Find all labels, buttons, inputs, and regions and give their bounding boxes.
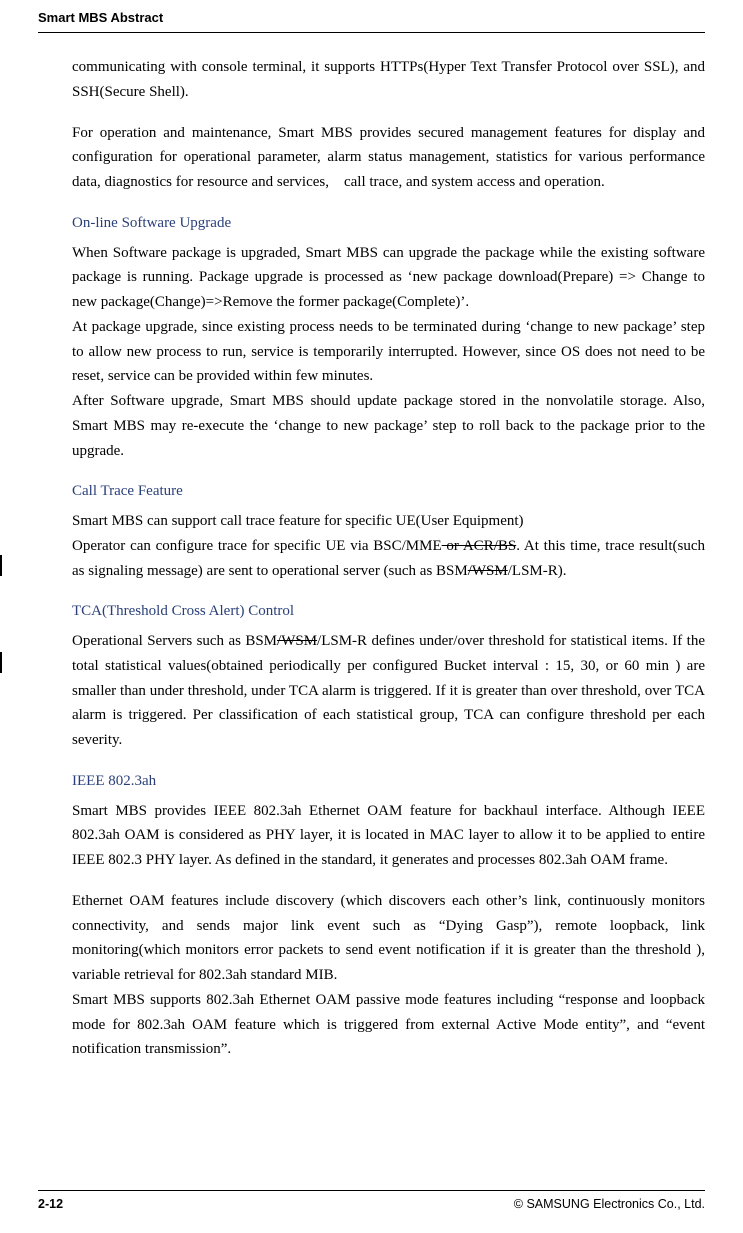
header-rule	[38, 32, 705, 33]
paragraph: Smart MBS can support call trace feature…	[72, 509, 705, 583]
body-content: communicating with console terminal, it …	[38, 55, 705, 1062]
page-number: 2-12	[38, 1197, 63, 1211]
paragraph: Ethernet OAM features include discovery …	[72, 889, 705, 988]
strikethrough-text: /WSM	[277, 633, 317, 649]
change-bar	[0, 652, 2, 673]
paragraph: communicating with console terminal, it …	[72, 55, 705, 105]
paragraph: Smart MBS provides IEEE 802.3ah Ethernet…	[72, 799, 705, 873]
change-bar	[0, 555, 2, 576]
text: Smart MBS can support call trace feature…	[72, 513, 524, 529]
section-title: TCA(Threshold Cross Alert) Control	[72, 599, 705, 624]
strikethrough-text: /WSM	[468, 563, 508, 579]
paragraph: Smart MBS supports 802.3ah Ethernet OAM …	[72, 988, 705, 1062]
text: /LSM-R).	[508, 563, 567, 579]
page-header: Smart MBS Abstract	[38, 10, 705, 25]
text: Operator can configure trace for specifi…	[72, 538, 442, 554]
page-footer: 2-12 © SAMSUNG Electronics Co., Ltd.	[0, 1190, 743, 1211]
paragraph: After Software upgrade, Smart MBS should…	[72, 389, 705, 463]
text: /LSM-R defines under/over threshold for …	[72, 633, 705, 748]
text: Operational Servers such as BSM	[72, 633, 277, 649]
section-title: Call Trace Feature	[72, 479, 705, 504]
section-title: On-line Software Upgrade	[72, 211, 705, 236]
footer-rule	[38, 1190, 705, 1191]
paragraph: When Software package is upgraded, Smart…	[72, 241, 705, 315]
copyright: © SAMSUNG Electronics Co., Ltd.	[514, 1197, 705, 1211]
paragraph: For operation and maintenance, Smart MBS…	[72, 121, 705, 195]
strikethrough-text: or ACR/BS	[442, 538, 517, 554]
paragraph: At package upgrade, since existing proce…	[72, 315, 705, 389]
paragraph: Operational Servers such as BSM/WSM/LSM-…	[72, 629, 705, 753]
section-title: IEEE 802.3ah	[72, 769, 705, 794]
